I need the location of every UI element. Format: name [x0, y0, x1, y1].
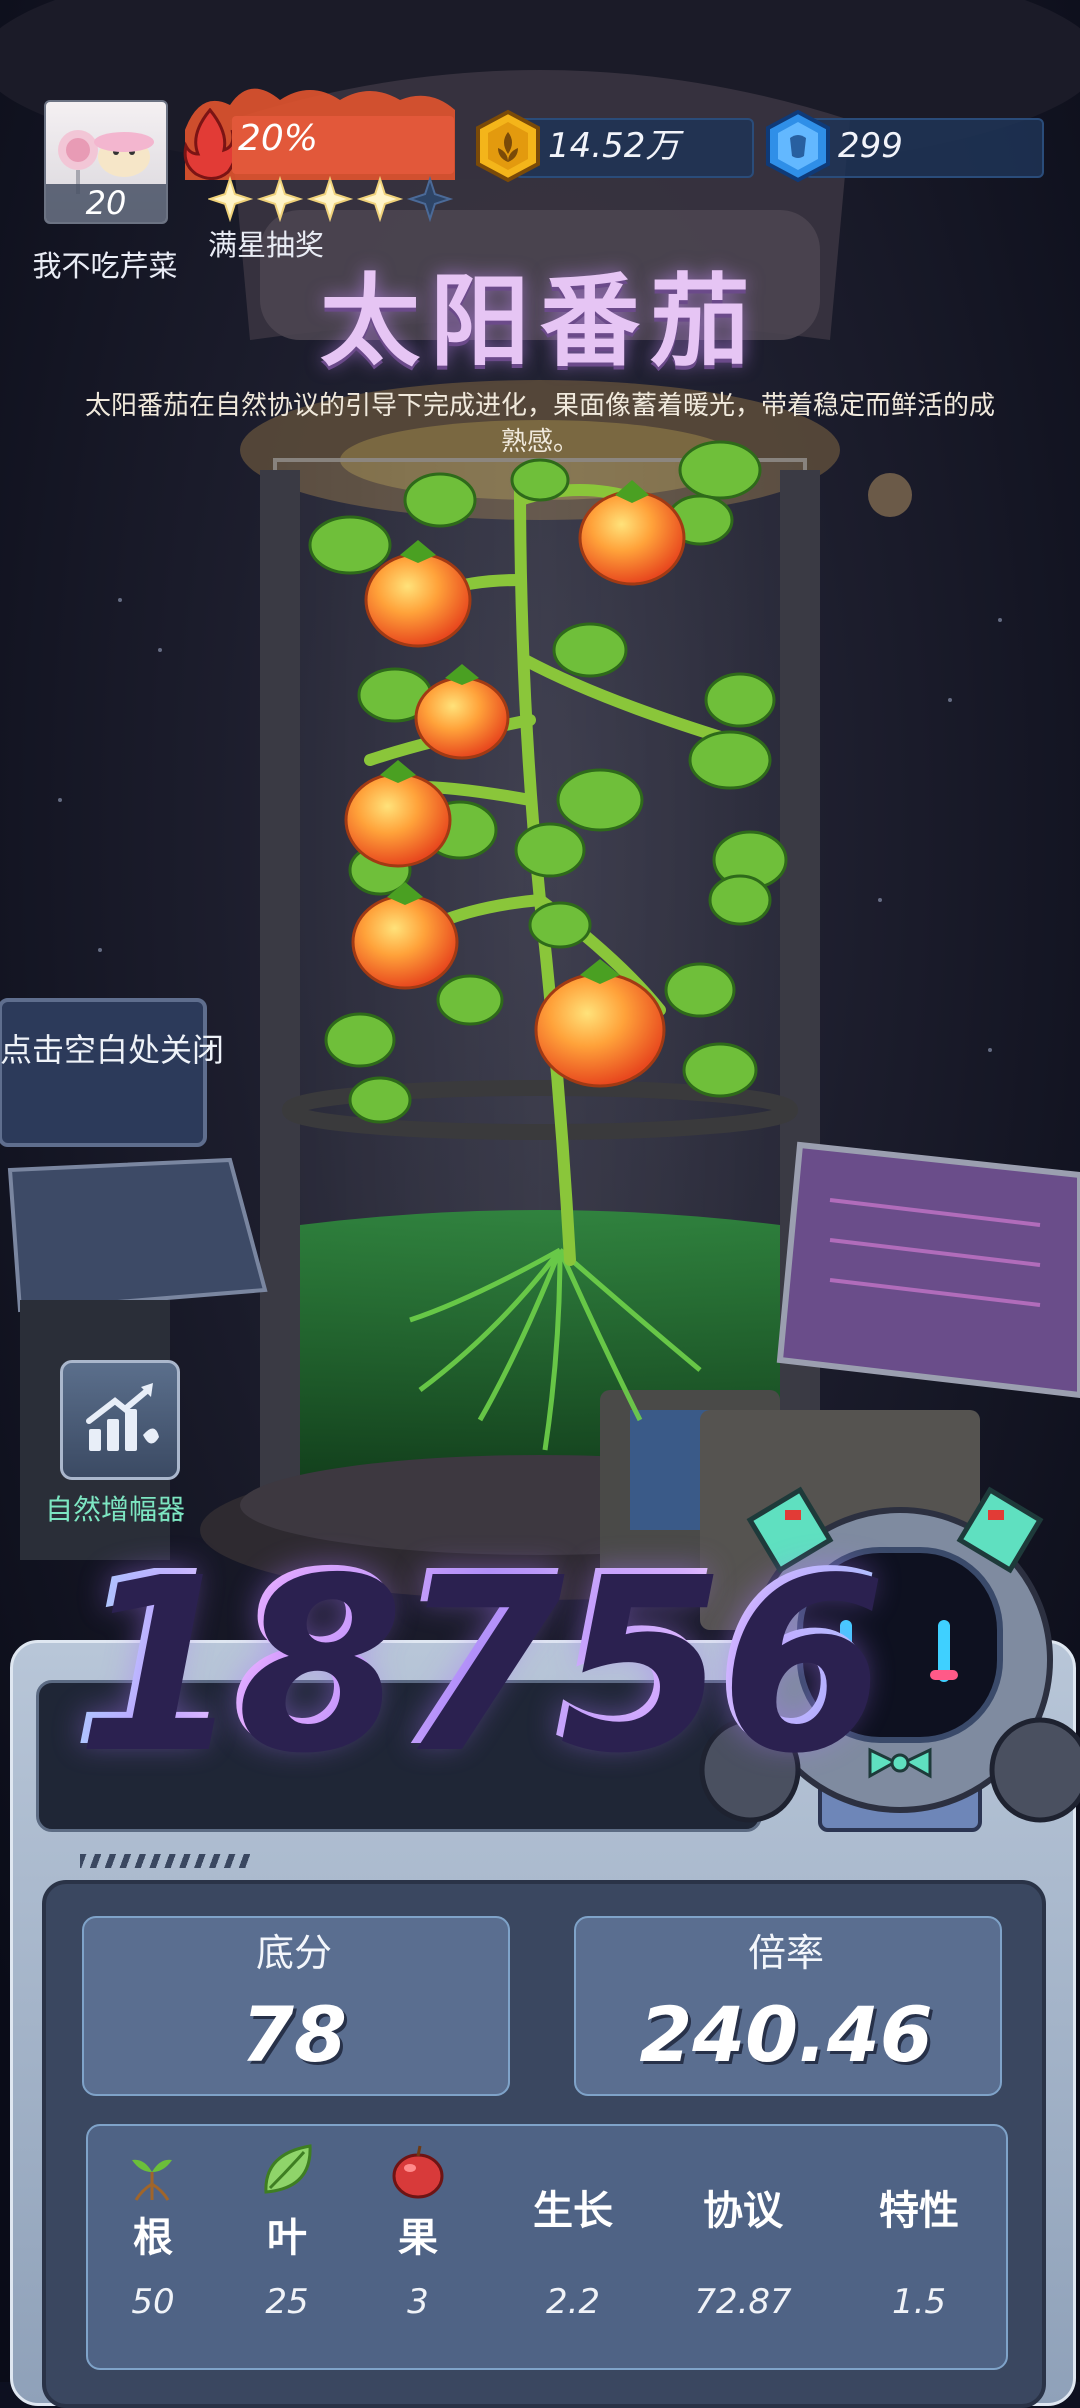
- gem-value: 299: [838, 126, 903, 166]
- plant-description: 太阳番茄在自然协议的引导下完成进化，果面像蓄着暖光，带着稳定而鲜活的成熟感。: [84, 391, 995, 457]
- attr-growth-value: 2.2: [545, 2282, 601, 2322]
- attr-fruit-name: 果: [398, 2215, 438, 2261]
- attr-root-value: 50: [131, 2282, 175, 2322]
- coin-value: 14.52万: [548, 126, 680, 166]
- leaf-icon: [264, 2144, 312, 2194]
- base-score-label: 底分: [255, 1931, 332, 1975]
- apple-icon: [392, 2145, 444, 2199]
- nature-amplifier-button[interactable]: [60, 1360, 180, 1480]
- base-score-value: 78: [241, 1990, 347, 2079]
- flame-icon: [183, 108, 238, 180]
- gold-coin-icon: [476, 109, 540, 183]
- attr-protocol-value: 72.87: [694, 2282, 792, 2322]
- attr-leaf-name: 叶: [267, 2215, 307, 2261]
- player-level: 20: [46, 184, 166, 222]
- close-hint[interactable]: 点击空白处关闭: [0, 1025, 224, 1071]
- star-filled-icon: [206, 175, 254, 223]
- heat-percent: 20%: [238, 118, 319, 159]
- star-filled-icon: [256, 175, 304, 223]
- attr-growth-name: 生长: [533, 2188, 613, 2234]
- total-score: 18756: [70, 1520, 881, 1800]
- star-filled-icon: [356, 175, 404, 223]
- panel-vent: [80, 1854, 250, 1868]
- star-rating: [206, 175, 458, 223]
- attr-fruit-value: 3: [407, 2282, 429, 2322]
- star-filled-icon: [306, 175, 354, 223]
- multiplier-value: 240.46: [639, 1990, 933, 2079]
- star-empty-icon: [406, 175, 454, 223]
- plant-title: 太阳番茄: [320, 263, 760, 380]
- attr-protocol-name: 协议: [703, 2188, 783, 2234]
- attr-root-name: 根: [133, 2215, 173, 2261]
- growth-chart-icon: [86, 1383, 159, 1451]
- attr-leaf-value: 25: [265, 2282, 309, 2322]
- attr-trait-value: 1.5: [891, 2282, 947, 2322]
- multiplier-label: 倍率: [747, 1931, 824, 1975]
- root-sprout-icon: [132, 2159, 172, 2201]
- blue-gem-icon: [766, 109, 830, 183]
- player-avatar[interactable]: 20: [44, 100, 168, 224]
- attr-trait-name: 特性: [879, 2188, 959, 2234]
